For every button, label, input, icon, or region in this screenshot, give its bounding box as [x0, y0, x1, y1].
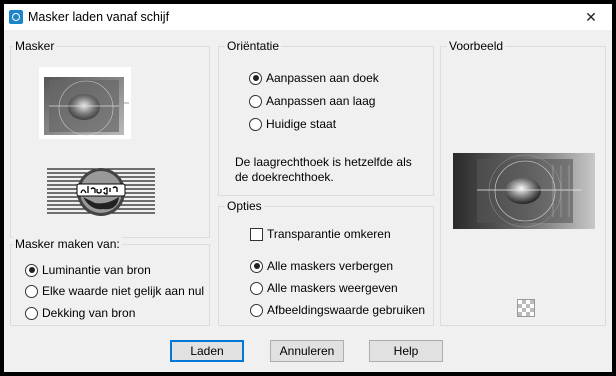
preview-mask-image: [453, 153, 595, 229]
radio-show-masks[interactable]: Alle maskers weergeven: [250, 281, 398, 295]
radio-luminance[interactable]: Luminantie van bron: [25, 263, 151, 277]
checkbox-invert-transparency[interactable]: Transparantie omkeren: [250, 227, 391, 241]
cancel-button[interactable]: Annuleren: [270, 340, 344, 362]
mask-group: Masker: [10, 39, 210, 238]
radio-current-state-label: Huidige staat: [266, 117, 337, 131]
radio-fit-canvas-label: Aanpassen aan doek: [266, 71, 379, 85]
transparency-grid-icon[interactable]: [517, 299, 535, 317]
app-icon: [9, 10, 23, 24]
orientation-group: Oriëntatie Aanpassen aan doek Aanpassen …: [218, 39, 434, 196]
radio-luminance-label: Luminantie van bron: [42, 263, 151, 277]
preview-legend: Voorbeeld: [447, 39, 506, 53]
close-button[interactable]: ✕: [570, 4, 612, 30]
title-bar: Masker laden vanaf schijf ✕: [4, 4, 612, 30]
options-legend: Opties: [225, 199, 264, 213]
radio-image-value-indicator[interactable]: [250, 303, 263, 317]
window-title: Masker laden vanaf schijf: [28, 10, 170, 24]
radio-show-masks-indicator[interactable]: [250, 281, 263, 295]
mask-tube-preview: [47, 165, 155, 219]
radio-nonzero-label: Elke waarde niet gelijk aan nul: [42, 284, 205, 298]
dialog-window: Masker laden vanaf schijf ✕ Masker Maske…: [4, 4, 612, 372]
radio-nonzero[interactable]: Elke waarde niet gelijk aan nul: [25, 284, 204, 298]
mask-legend: Masker: [13, 39, 57, 53]
radio-hide-masks-indicator[interactable]: [250, 259, 263, 273]
radio-hide-masks[interactable]: Alle maskers verbergen: [250, 259, 393, 273]
radio-opacity-indicator[interactable]: [25, 306, 38, 320]
options-group: Opties Transparantie omkeren Alle masker…: [218, 199, 434, 326]
checkbox-invert-label: Transparantie omkeren: [267, 227, 391, 241]
radio-opacity[interactable]: Dekking van bron: [25, 306, 135, 320]
radio-hide-masks-label: Alle maskers verbergen: [267, 259, 394, 273]
preview-image: [453, 153, 595, 229]
radio-fit-layer[interactable]: Aanpassen aan laag: [249, 94, 375, 108]
radio-luminance-indicator[interactable]: [25, 263, 38, 277]
orientation-legend: Oriëntatie: [225, 39, 282, 53]
radio-show-masks-label: Alle maskers weergeven: [267, 281, 398, 295]
radio-nonzero-indicator[interactable]: [25, 284, 38, 298]
help-button[interactable]: Help: [369, 340, 443, 362]
mask-thumbnail[interactable]: [39, 67, 131, 139]
radio-opacity-label: Dekking van bron: [42, 306, 136, 320]
mask-thumbnail-image: [44, 77, 129, 136]
load-button[interactable]: Laden: [170, 340, 244, 362]
radio-fit-canvas-indicator[interactable]: [249, 71, 262, 85]
radio-image-value-label: Afbeeldingswaarde gebruiken: [267, 303, 426, 317]
radio-fit-canvas[interactable]: Aanpassen aan doek: [249, 71, 379, 85]
radio-fit-layer-indicator[interactable]: [249, 94, 262, 108]
orientation-note: De laagrechthoek is hetzelfde als de doe…: [235, 155, 412, 184]
mask-source-legend: Masker maken van:: [13, 237, 122, 251]
checkbox-invert-indicator[interactable]: [250, 227, 263, 241]
radio-current-state-indicator[interactable]: [249, 117, 262, 131]
radio-current-state[interactable]: Huidige staat: [249, 117, 336, 131]
radio-image-value[interactable]: Afbeeldingswaarde gebruiken: [250, 303, 425, 317]
preview-group: Voorbeeld: [440, 39, 606, 326]
radio-fit-layer-label: Aanpassen aan laag: [266, 94, 376, 108]
claudia-tube-image: [47, 168, 155, 216]
mask-source-group: Masker maken van: Luminantie van bron El…: [10, 237, 210, 326]
